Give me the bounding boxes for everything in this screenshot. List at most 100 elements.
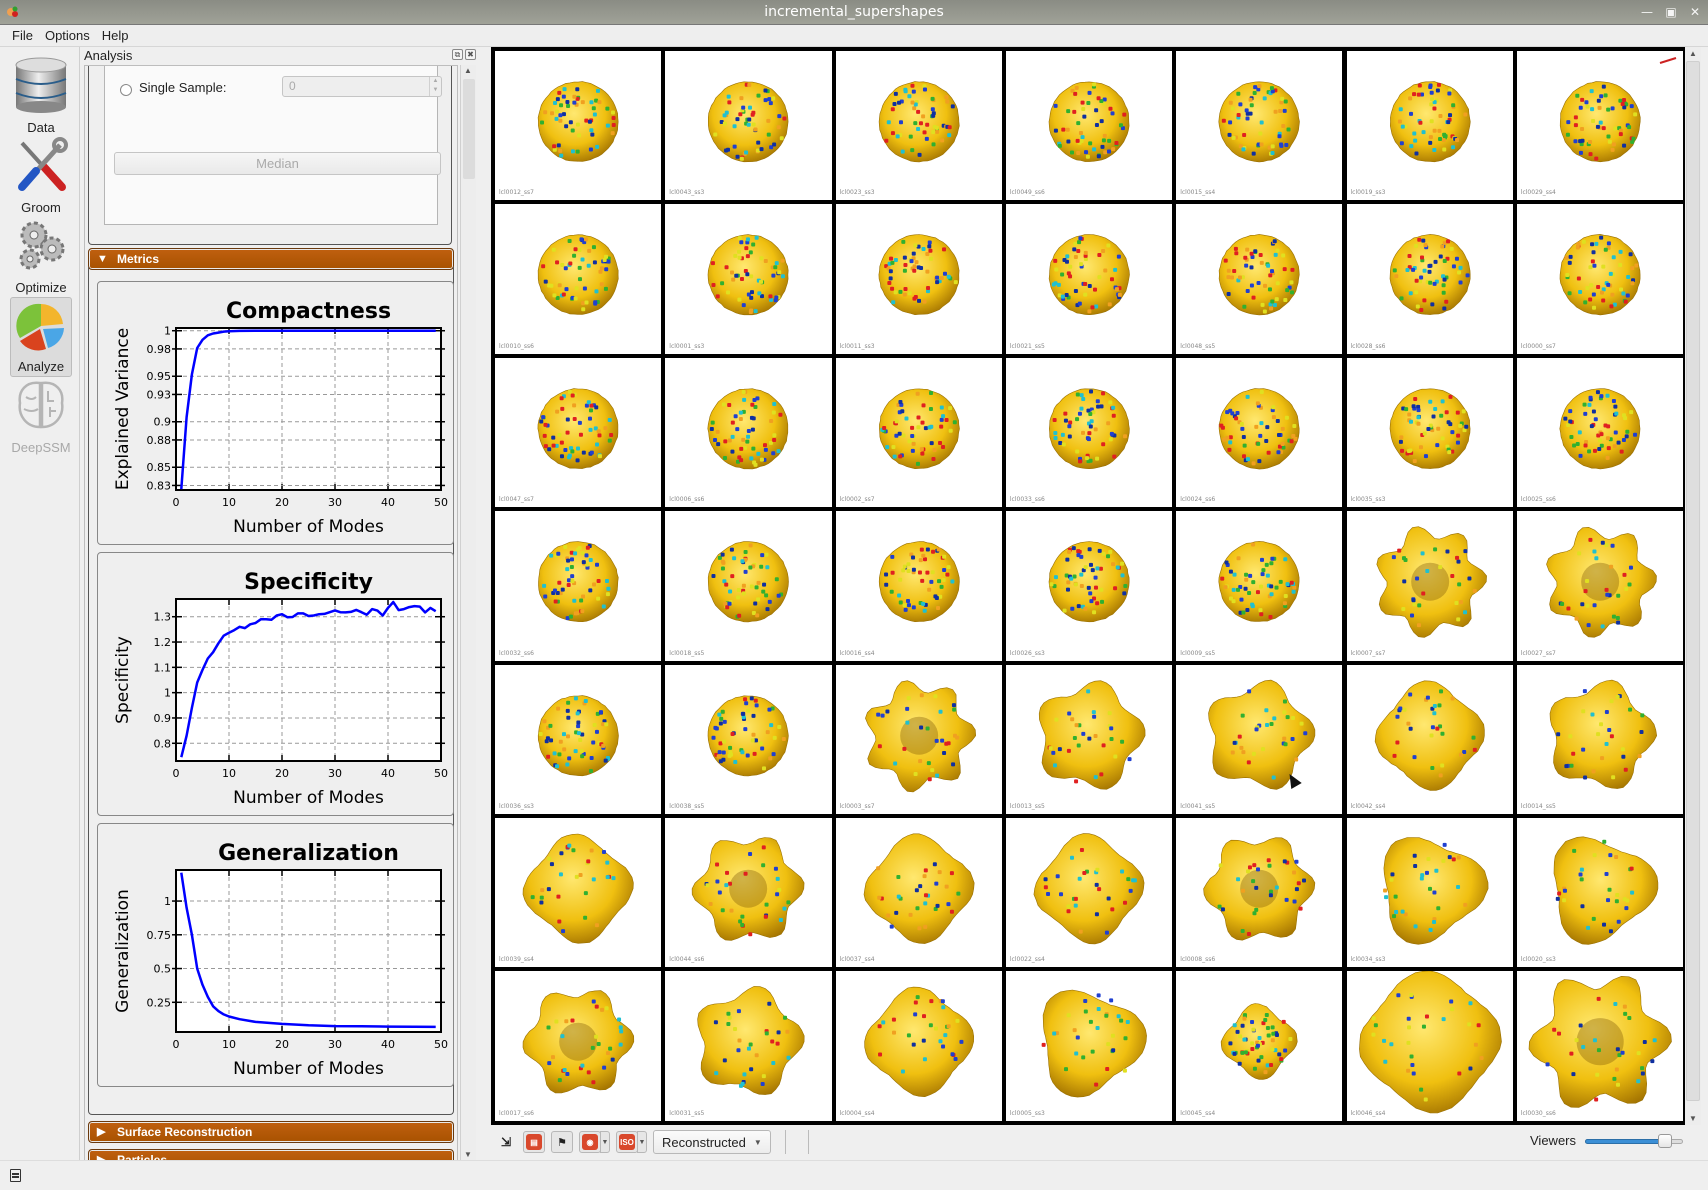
shape-tile[interactable]: lcl0039_ss4 [495,818,662,968]
glyphs-dropdown[interactable]: ▼ [600,1131,610,1153]
shape-viewer-grid[interactable]: lcl0012_ss7 lcl0043_ss3 lcl0023_ss3 lcl0049… [491,47,1685,1125]
slider-handle[interactable] [1658,1134,1673,1148]
shape-tile[interactable]: lcl0009_ss5 [1176,511,1343,661]
minimize-icon[interactable]: — [1640,5,1654,20]
particle [583,698,588,703]
shape-tile[interactable]: lcl0023_ss3 [835,51,1002,201]
shape-tile[interactable]: lcl0008_ss6 [1176,818,1343,968]
shape-tile[interactable]: lcl0021_ss5 [1005,204,1173,354]
shape-tile[interactable]: lcl0045_ss4 [1176,971,1343,1121]
menu-file[interactable]: File [8,28,37,43]
scroll-up-icon[interactable]: ▲ [464,66,472,75]
shape-tile[interactable]: lcl0007_ss7 [1346,511,1513,661]
particle [1078,262,1083,267]
tool-deepssm[interactable]: DeepSSM [10,377,72,457]
shape-tile[interactable]: lcl0047_ss7 [495,357,662,508]
shape-tile[interactable]: lcl0010_ss6 [495,204,662,354]
scroll-down-icon[interactable]: ▼ [1689,1114,1697,1123]
shape-tile[interactable]: lcl0037_ss4 [835,818,1002,968]
shape-tile[interactable]: lcl0018_ss5 [665,511,832,661]
tool-data[interactable]: Data [10,57,72,137]
viewers-slider[interactable] [1585,1134,1683,1148]
shape-tile[interactable]: lcl0032_ss6 [495,511,662,661]
shape-tile[interactable]: lcl0048_ss5 [1176,204,1343,354]
particle [1264,563,1269,568]
shape-tile[interactable]: lcl0002_ss7 [835,357,1002,508]
spin-arrows-icon[interactable]: ▲ ▼ [429,77,441,96]
center-button[interactable]: ▤ [523,1131,545,1153]
analysis-scrollbar-thumb[interactable] [463,79,475,179]
shape-tile[interactable]: lcl0015_ss4 [1176,51,1343,201]
shape-tile[interactable]: lcl0003_ss7 [835,664,1002,814]
landmarks-button[interactable]: ⚑ [551,1131,573,1153]
shape-tile[interactable]: lcl0028_ss6 [1346,204,1513,354]
particle [1583,589,1588,594]
shape-tile[interactable]: lcl0016_ss4 [835,511,1002,661]
particle [1088,458,1093,463]
tool-analyze[interactable]: Analyze [10,297,72,377]
display-mode-select[interactable]: Reconstructed ▼ [653,1130,771,1154]
shape-tile[interactable]: lcl0000_ss7 [1516,204,1684,354]
shape-tile[interactable]: lcl0025_ss6 [1516,357,1684,508]
shape-tile[interactable]: lcl0022_ss4 [1005,818,1173,968]
shape-tile[interactable]: lcl0020_ss3 [1516,818,1684,968]
scroll-down-icon[interactable]: ▼ [464,1150,472,1159]
shape-tile[interactable]: lcl0042_ss4 [1346,664,1513,814]
shape-tile[interactable]: lcl0024_ss6 [1176,357,1343,508]
maximize-icon[interactable]: ▣ [1664,5,1678,20]
shape-tile[interactable]: lcl0031_ss5 [665,971,832,1121]
shape-tile[interactable]: lcl0027_ss7 [1516,511,1684,661]
tool-optimize[interactable]: Optimize [10,217,72,297]
shape-tile[interactable]: lcl0017_ss6 [495,971,662,1121]
shape-tile[interactable]: lcl0005_ss3 [1005,971,1173,1121]
shape-tile[interactable]: lcl0006_ss6 [665,357,832,508]
shape-tile[interactable]: lcl0012_ss7 [495,51,662,201]
shape-tile[interactable]: lcl0013_ss5 [1005,664,1173,814]
particle [768,600,773,605]
autoview-button[interactable]: ⇲ [495,1131,517,1153]
particle [601,743,606,748]
glyphs-button[interactable]: ◉ [579,1131,601,1153]
particle [763,88,768,93]
log-document-icon[interactable] [10,1169,21,1182]
shape-tile[interactable]: lcl0038_ss5 [665,664,832,814]
shape-tile[interactable]: lcl0033_ss6 [1005,357,1173,508]
tool-groom[interactable]: Groom [10,137,72,217]
isosurface-button[interactable]: ISO [616,1131,638,1153]
particle [1402,707,1407,712]
isosurface-dropdown[interactable]: ▼ [637,1131,647,1153]
menu-help[interactable]: Help [98,28,133,43]
analysis-scrollbar[interactable]: ▲ ▼ [460,65,476,1160]
particle [1088,591,1093,596]
shape-tile[interactable]: lcl0026_ss3 [1005,511,1173,661]
particle [1405,721,1410,726]
shape-tile[interactable]: lcl0046_ss4 [1346,971,1513,1121]
particle [766,729,771,734]
surface-reconstruction-section-header[interactable]: ▶ Surface Reconstruction [88,1121,454,1143]
close-dock-icon[interactable]: ✖ [465,49,476,60]
particle [1079,572,1084,577]
shape-tile[interactable]: lcl0044_ss6 [665,818,832,968]
shape-tile[interactable]: lcl0049_ss6 [1005,51,1173,201]
float-dock-icon[interactable]: ⧉ [452,49,463,60]
shape-tile[interactable]: lcl0001_ss3 [665,204,832,354]
close-icon[interactable]: ✕ [1688,5,1702,20]
shape-tile[interactable]: lcl0029_ss4 [1516,51,1684,201]
single-sample-spinbox[interactable]: 0 ▲ ▼ [282,76,442,97]
shape-tile[interactable]: lcl0041_ss5 [1176,664,1343,814]
shape-tile[interactable]: lcl0035_ss3 [1346,357,1513,508]
shape-tile[interactable]: lcl0011_ss3 [835,204,1002,354]
viewer-scrollbar-thumb[interactable] [1686,61,1700,1101]
menu-options[interactable]: Options [41,28,94,43]
shape-tile[interactable]: lcl0043_ss3 [665,51,832,201]
shape-tile[interactable]: lcl0030_ss6 [1516,971,1684,1121]
shape-tile[interactable]: lcl0034_ss3 [1346,818,1513,968]
median-button[interactable]: Median [114,152,441,175]
shape-tile[interactable]: lcl0014_ss5 [1516,664,1684,814]
scroll-up-icon[interactable]: ▲ [1689,49,1697,58]
shape-tile[interactable]: lcl0004_ss4 [835,971,1002,1121]
shape-tile[interactable]: lcl0019_ss3 [1346,51,1513,201]
shape-tile[interactable]: lcl0036_ss3 [495,664,662,814]
single-sample-radio[interactable] [120,84,132,96]
viewer-scrollbar[interactable]: ▲ ▼ [1685,47,1701,1125]
